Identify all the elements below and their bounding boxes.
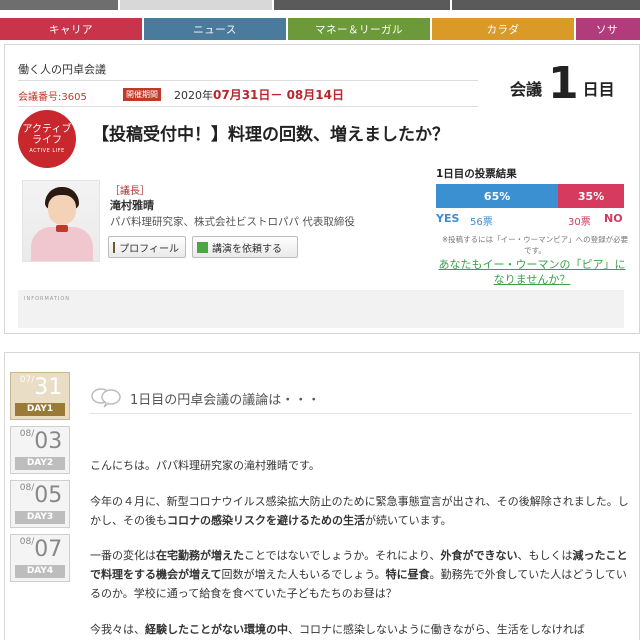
vote-no-label: NO [604,212,623,225]
vote-result-bar: 65% 35% [436,184,624,208]
discussion-title: 1日目の円卓会議の議論は・・・ [130,393,321,408]
meeting-period: 2020年07月31日－ 08月14日 [174,86,344,103]
vote-note: ※投稿するには「イー・ウーマンピア」への登録が必要です。 [441,235,629,255]
divider [18,80,478,81]
information-label: INFORMATION [24,296,71,302]
day-prefix: 会議 [510,80,543,99]
vote-title: 1日目の投票結果 [436,168,517,180]
avatar [22,180,100,262]
become-peer-link[interactable]: あなたもイー・ウーマンの「ピア」になりませんか？ [434,257,630,287]
vote-no-bar: 35% [558,184,624,208]
vote-yes-count: 56票 [470,217,493,228]
badge-line2: ライフ [32,135,62,146]
day-suffix: 日目 [582,80,615,99]
period-badge: 開催期間 [123,88,161,101]
information-box: INFORMATION [18,290,624,328]
request-lecture-label: 講演を依頼する [212,243,282,255]
active-life-badge: アクティブ ライフ ACTIVE LIFE [18,110,76,168]
badge-line3: ACTIVE LIFE [29,148,65,154]
chair-role: ［議長］ [110,186,150,197]
top-strip [0,0,640,10]
paragraph-2: 今年の４月に、新型コロナウイルス感染拡大防止のために緊急事態宣言が出され、その後… [90,495,629,527]
tab-news[interactable]: ニュース [144,18,286,40]
speech-bubbles-icon [91,388,121,408]
day-indicator: 会議 1 日目 [510,62,615,106]
discussion-header: 1日目の円卓会議の議論は・・・ [90,384,632,414]
meeting-number: 会議番号:3605 [18,92,87,103]
tab-society[interactable]: ソサ [576,18,640,40]
period-range: 07月31日－ 08月14日 [213,88,344,102]
profile-button-label: プロフィール [119,243,179,255]
page-title: 【投稿受付中！】料理の回数、増えましたか？ [92,125,449,145]
chair-name: 滝村雅晴 [110,199,154,212]
site-name: 働く人の円卓会議 [18,63,106,76]
tab-karada[interactable]: カラダ [432,18,574,40]
tab-money-legal[interactable]: マネー＆リーガル [288,18,430,40]
day-number: 1 [548,58,579,109]
day-tab-1[interactable]: 07/31 DAY1 [10,372,70,420]
category-nav: キャリア ニュース マネー＆リーガル カラダ ソサ [0,18,640,40]
badge-line1: アクティブ [22,124,72,135]
paragraph-1: こんにちは。パパ料理研究家の滝村雅晴です。 [90,459,320,472]
day-tab-3[interactable]: 08/05 DAY3 [10,480,70,528]
paragraph-3: 一番の変化は在宅勤務が増えたことではないでしょうか。それにより、外食ができない、… [90,549,628,600]
day-tab-4[interactable]: 08/07 DAY4 [10,534,70,582]
vote-yes-label: YES [436,212,460,225]
tab-career[interactable]: キャリア [0,18,142,40]
vote-yes-bar: 65% [436,184,559,208]
period-year: 2020年 [174,89,213,102]
paragraph-4: 今我々は、経験したことがない環境の中、コロナに感染しないように働きながら、生活を… [90,623,585,636]
divider [18,106,478,107]
request-lecture-button[interactable]: 講演を依頼する [192,236,298,258]
profile-icon [113,241,116,253]
vote-no-count: 30票 [568,217,591,228]
chair-title: パパ料理研究家、株式会社ビストロパパ 代表取締役 [110,216,355,228]
arrow-right-icon [197,241,208,253]
profile-button[interactable]: プロフィール [108,236,186,258]
day-tab-2[interactable]: 08/03 DAY2 [10,426,70,474]
